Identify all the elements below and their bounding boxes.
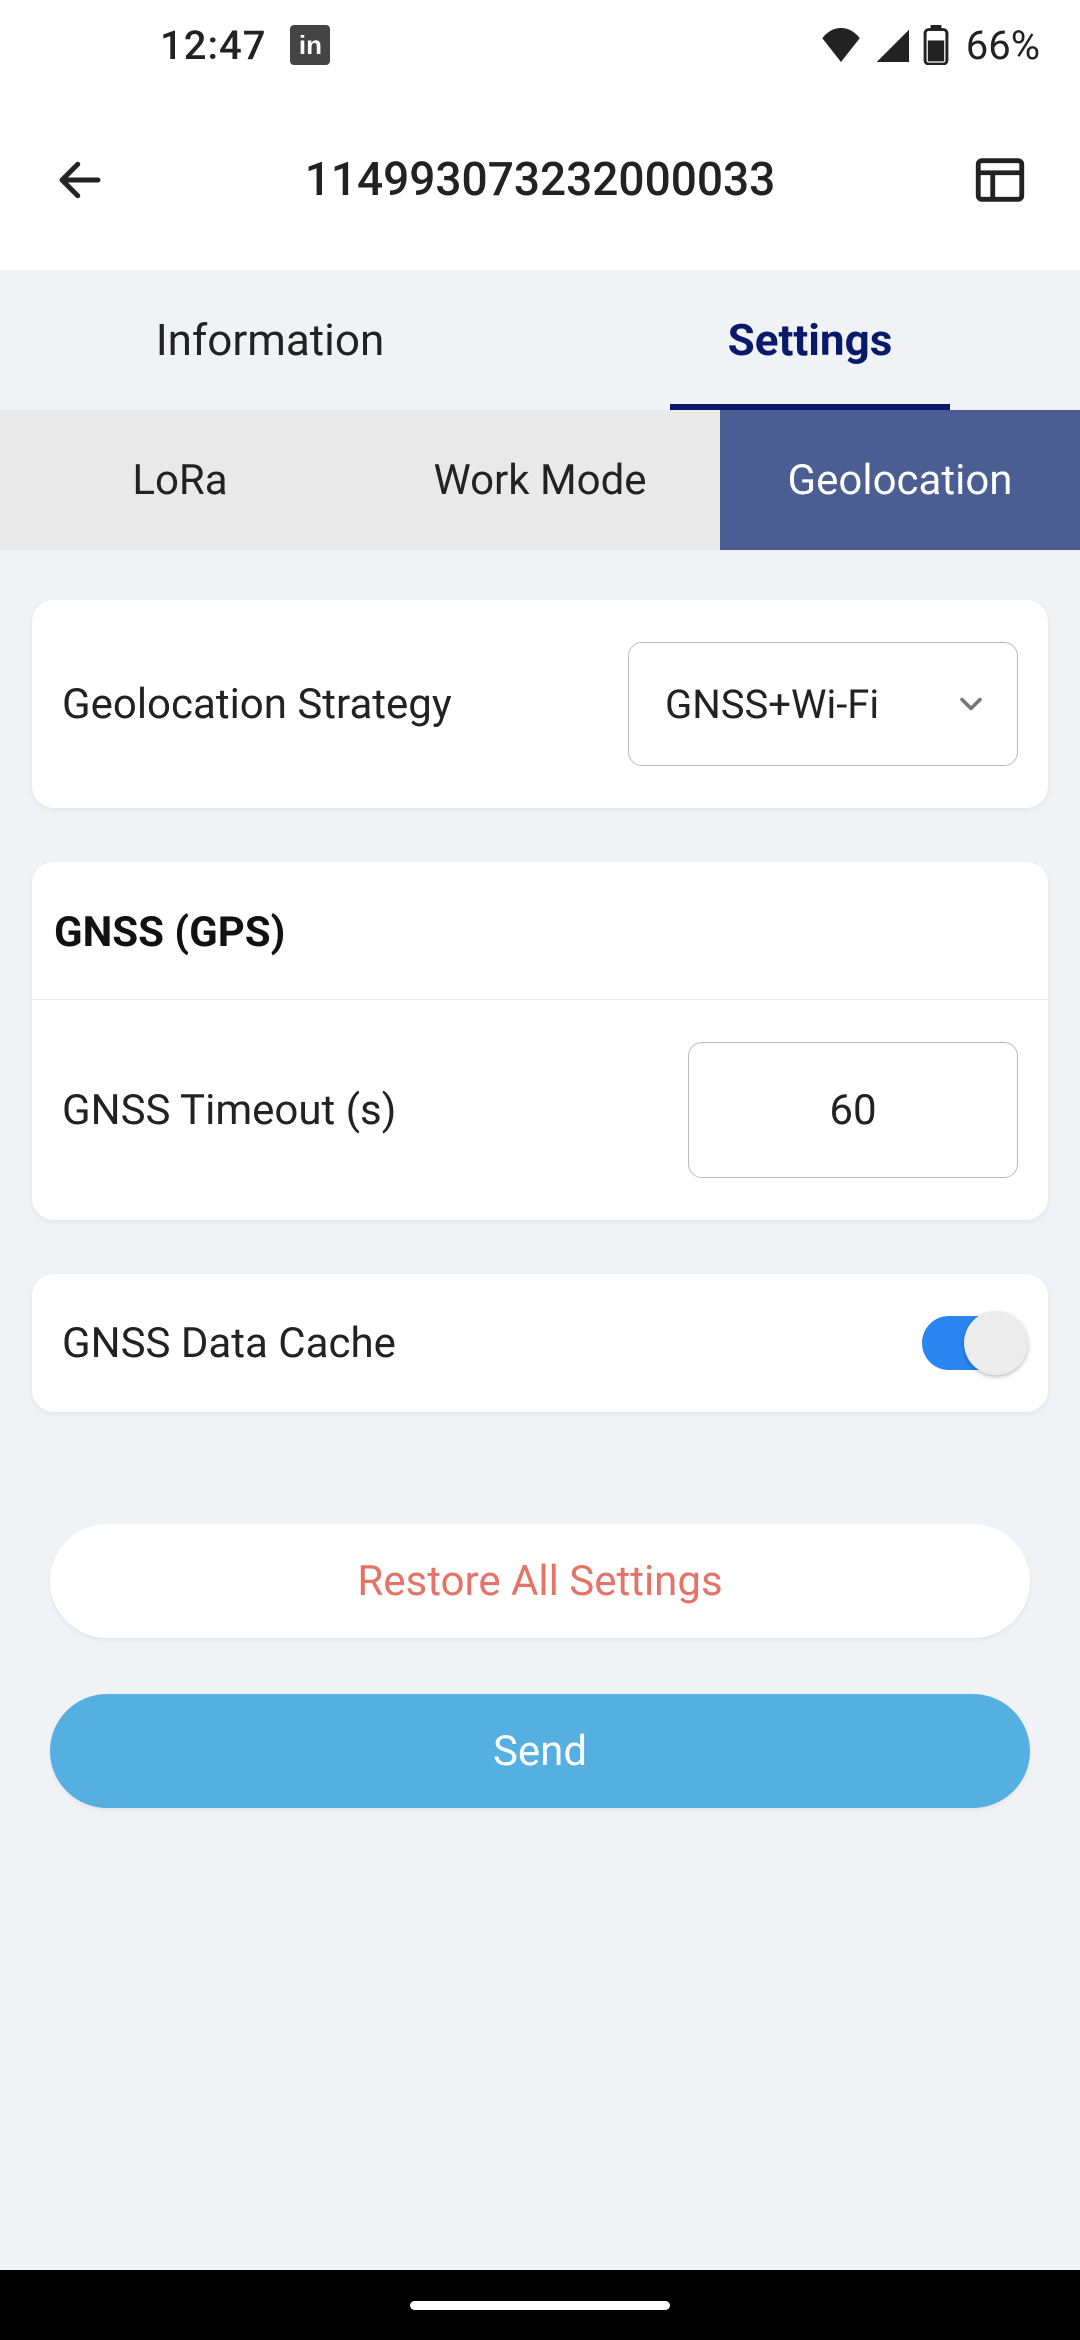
geolocation-strategy-card: Geolocation Strategy GNSS+Wi-Fi: [32, 600, 1048, 808]
tab-geolocation[interactable]: Geolocation: [720, 410, 1080, 550]
linkedin-icon: in: [290, 25, 330, 65]
geolocation-strategy-select[interactable]: GNSS+Wi-Fi: [628, 642, 1018, 766]
back-button[interactable]: [50, 150, 110, 210]
gnss-cache-label: GNSS Data Cache: [62, 1319, 396, 1368]
battery-icon: [922, 25, 950, 65]
tab-label: Information: [156, 314, 385, 366]
gnss-cache-card: GNSS Data Cache: [32, 1274, 1048, 1412]
gnss-timeout-label: GNSS Timeout (s): [62, 1086, 396, 1135]
gnss-cache-toggle[interactable]: [922, 1316, 1018, 1370]
app-header: 114993073232000033: [0, 90, 1080, 270]
home-indicator[interactable]: [410, 2301, 670, 2310]
gnss-section-title: GNSS (GPS): [32, 862, 1048, 999]
page-title: 114993073232000033: [110, 153, 970, 207]
status-time: 12:47: [160, 22, 266, 69]
wifi-icon: [820, 28, 862, 62]
toggle-knob: [964, 1311, 1028, 1375]
layout-button[interactable]: [970, 150, 1030, 210]
tab-label: LoRa: [132, 456, 227, 505]
restore-all-button[interactable]: Restore All Settings: [50, 1524, 1030, 1638]
gnss-section-card: GNSS (GPS) GNSS Timeout (s) 60: [32, 862, 1048, 1220]
select-value: GNSS+Wi-Fi: [665, 681, 879, 728]
tab-label: Work Mode: [433, 456, 646, 505]
tab-settings[interactable]: Settings: [540, 270, 1080, 410]
android-nav-bar: [0, 2270, 1080, 2340]
tab-label: Geolocation: [788, 456, 1013, 505]
tab-information[interactable]: Information: [0, 270, 540, 410]
gnss-timeout-input[interactable]: 60: [688, 1042, 1018, 1178]
button-label: Send: [493, 1727, 587, 1776]
send-button[interactable]: Send: [50, 1694, 1030, 1808]
primary-tabs: Information Settings: [0, 270, 1080, 410]
chevron-down-icon: [953, 686, 989, 722]
tab-label: Settings: [728, 314, 893, 366]
content-area: Geolocation Strategy GNSS+Wi-Fi GNSS (GP…: [0, 550, 1080, 2270]
input-value: 60: [829, 1086, 876, 1135]
cellular-signal-icon: [874, 28, 910, 62]
geolocation-strategy-label: Geolocation Strategy: [62, 680, 452, 729]
tab-work-mode[interactable]: Work Mode: [360, 410, 720, 550]
button-label: Restore All Settings: [357, 1557, 722, 1606]
secondary-tabs: LoRa Work Mode Geolocation: [0, 410, 1080, 550]
battery-percent: 66%: [966, 22, 1040, 69]
tab-lora[interactable]: LoRa: [0, 410, 360, 550]
status-bar: 12:47 in 66%: [0, 0, 1080, 90]
